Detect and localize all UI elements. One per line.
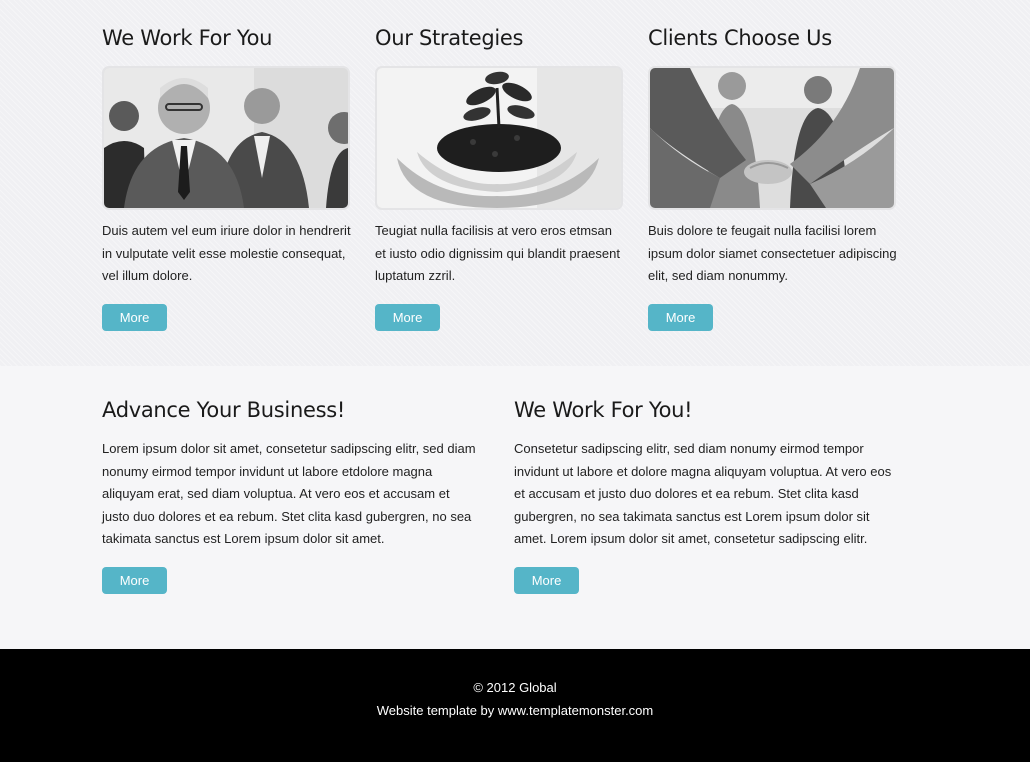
more-button[interactable]: More xyxy=(648,304,713,331)
section-text: Lorem ipsum dolor sit amet, consetetur s… xyxy=(102,441,476,546)
copyright-text: © 2012 Global xyxy=(473,680,557,695)
more-button[interactable]: More xyxy=(102,567,167,594)
more-button[interactable]: More xyxy=(514,567,579,594)
business-people-photo xyxy=(102,66,350,210)
feature-text: Buis dolore te feugait nulla facilisi lo… xyxy=(648,223,897,283)
more-button[interactable]: More xyxy=(375,304,440,331)
section-title: We Work For You! xyxy=(514,398,693,422)
feature-title: Clients Choose Us xyxy=(648,26,832,50)
template-credit-link[interactable]: Website template by www.templatemonster.… xyxy=(0,703,1030,718)
site-footer: © 2012 Global Website template by www.te… xyxy=(0,649,1030,762)
section-text: Consetetur sadipscing elitr, sed diam no… xyxy=(514,441,892,546)
feature-text: Duis autem vel eum iriure dolor in hendr… xyxy=(102,223,351,283)
feature-title: We Work For You xyxy=(102,26,273,50)
section-title: Advance Your Business! xyxy=(102,398,346,422)
feature-title: Our Strategies xyxy=(375,26,524,50)
plant-in-hands-photo xyxy=(375,66,623,210)
feature-text: Teugiat nulla facilisis at vero eros etm… xyxy=(375,223,620,283)
handshake-photo xyxy=(648,66,896,210)
more-button[interactable]: More xyxy=(102,304,167,331)
features-band: We Work For You Duis autem vel eum iriur… xyxy=(0,0,1030,366)
